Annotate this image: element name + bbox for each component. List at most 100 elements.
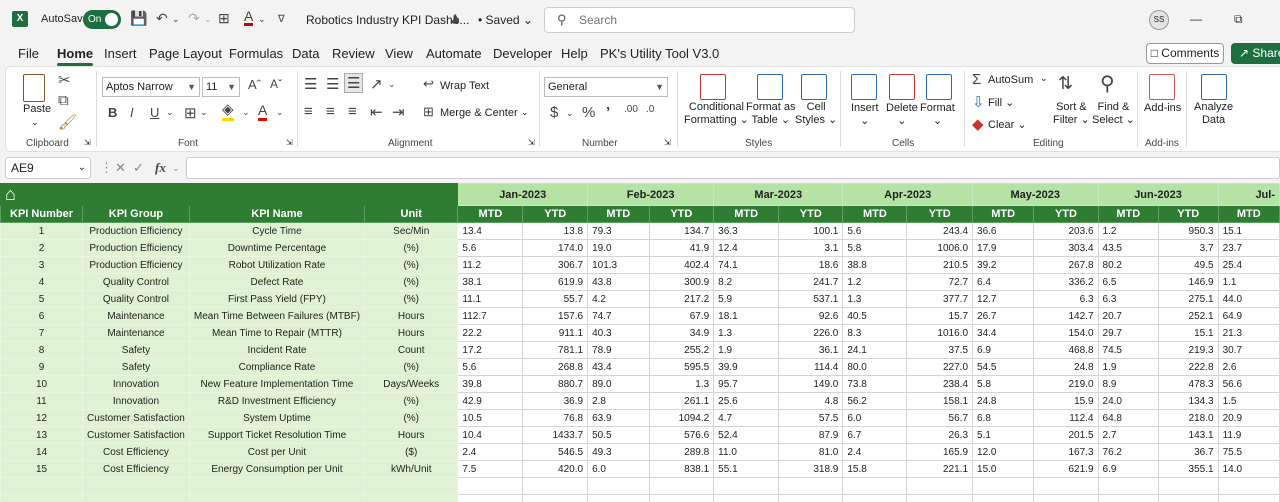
font-name-select[interactable]: Aptos Narrow ▼ xyxy=(102,77,200,97)
kpi-number-cell[interactable]: 4 xyxy=(0,273,84,291)
ytd-value-cell[interactable]: 838.1 xyxy=(648,460,715,478)
font-color-dropdown-icon[interactable]: ⌄ xyxy=(258,14,266,25)
kpi-name-cell[interactable]: System Uptime xyxy=(188,409,366,427)
mtd-value-cell[interactable]: 11.0 xyxy=(713,443,780,461)
mtd-value-cell[interactable]: 76.2 xyxy=(1097,443,1159,461)
empty-cell[interactable] xyxy=(713,494,780,502)
mtd-value-cell[interactable]: 1.3 xyxy=(842,290,908,308)
currency-dropdown-icon[interactable]: ⌄ xyxy=(566,108,574,119)
mtd-value-cell[interactable]: 38.1 xyxy=(457,273,524,291)
ytd-value-cell[interactable]: 15.9 xyxy=(1033,392,1099,410)
mtd-value-cell[interactable]: 1.2 xyxy=(1097,222,1159,240)
empty-cell[interactable] xyxy=(778,494,844,502)
mtd-value-cell[interactable]: 2.4 xyxy=(842,443,908,461)
ytd-value-cell[interactable]: 222.8 xyxy=(1157,358,1219,376)
ytd-value-cell[interactable]: 261.1 xyxy=(648,392,715,410)
tab-home[interactable]: Home xyxy=(57,46,94,66)
mtd-value-cell[interactable]: 11.2 xyxy=(457,256,524,274)
kpi-group-cell[interactable]: Innovation xyxy=(82,392,190,410)
mtd-value-cell[interactable]: 15.0 xyxy=(972,460,1035,478)
kpi-group-cell[interactable]: Production Efficiency xyxy=(82,256,190,274)
mtd-value-cell[interactable]: 12.0 xyxy=(972,443,1035,461)
kpi-name-cell[interactable]: Mean Time to Repair (MTTR) xyxy=(188,324,366,342)
mtd-value-cell[interactable]: 34.4 xyxy=(972,324,1035,342)
mtd-value-cell[interactable]: 39.2 xyxy=(972,256,1035,274)
mtd-value-cell[interactable]: 6.4 xyxy=(972,273,1035,291)
mtd-value-cell[interactable]: 95.7 xyxy=(713,375,780,393)
kpi-group-cell[interactable]: Production Efficiency xyxy=(82,239,190,257)
mtd-value-cell[interactable]: 43.4 xyxy=(587,358,650,376)
mtd-value-cell[interactable]: 74.5 xyxy=(1097,341,1159,359)
unit-cell[interactable]: Days/Weeks xyxy=(364,375,459,393)
sort-filter-button[interactable]: Sort & Filter ⌄ xyxy=(1053,101,1090,127)
cancel-icon[interactable]: ✕ xyxy=(115,160,126,176)
tab-help[interactable]: Help xyxy=(561,46,588,61)
ytd-value-cell[interactable]: 377.7 xyxy=(906,290,974,308)
search-box[interactable]: ⚲ xyxy=(544,7,855,33)
mtd-header[interactable]: MTD xyxy=(1097,205,1159,223)
kpi-name-cell[interactable]: Support Ticket Resolution Time xyxy=(188,426,366,444)
mtd-value-cell[interactable]: 64.8 xyxy=(1097,409,1159,427)
ytd-value-cell[interactable]: 911.1 xyxy=(522,324,589,342)
kpi-name-cell[interactable]: R&D Investment Efficiency xyxy=(188,392,366,410)
kpi-number-cell[interactable]: 15 xyxy=(0,460,84,478)
tab-developer[interactable]: Developer xyxy=(493,46,552,61)
addins-button[interactable]: Add-ins xyxy=(1144,102,1181,114)
copy-icon[interactable]: ⧉ xyxy=(58,92,69,109)
ytd-value-cell[interactable]: 41.9 xyxy=(648,239,715,257)
mtd-value-cell[interactable]: 39.9 xyxy=(713,358,780,376)
unit-cell[interactable]: Hours xyxy=(364,426,459,444)
minimize-icon[interactable]: — xyxy=(1190,12,1202,26)
ytd-value-cell[interactable]: 36.1 xyxy=(778,341,844,359)
mtd-value-cell[interactable]: 38.8 xyxy=(842,256,908,274)
comma-style-icon[interactable]: ’ xyxy=(606,104,610,121)
empty-cell[interactable] xyxy=(1033,494,1099,502)
mtd-value-cell[interactable]: 39.8 xyxy=(457,375,524,393)
unit-cell[interactable]: Count xyxy=(364,341,459,359)
kpi-name-cell[interactable]: New Feature Implementation Time xyxy=(188,375,366,393)
ytd-value-cell[interactable]: 210.5 xyxy=(906,256,974,274)
ytd-value-cell[interactable]: 165.9 xyxy=(906,443,974,461)
ytd-value-cell[interactable]: 76.8 xyxy=(522,409,589,427)
redo-icon[interactable]: ↷ xyxy=(188,10,200,27)
mtd-value-cell[interactable]: 64.9 xyxy=(1217,307,1280,325)
mtd-value-cell[interactable]: 101.3 xyxy=(587,256,650,274)
empty-cell[interactable] xyxy=(457,477,524,495)
kpi-name-cell[interactable]: Compliance Rate xyxy=(188,358,366,376)
cell-styles-icon[interactable] xyxy=(801,74,827,100)
mtd-value-cell[interactable]: 6.8 xyxy=(972,409,1035,427)
restore-icon[interactable]: ⧉ xyxy=(1234,12,1243,27)
ytd-header[interactable]: YTD xyxy=(778,205,844,223)
empty-cell[interactable] xyxy=(188,494,366,502)
cut-icon[interactable]: ✂ xyxy=(58,71,71,89)
mtd-value-cell[interactable]: 6.3 xyxy=(1097,290,1159,308)
ytd-value-cell[interactable]: 67.9 xyxy=(648,307,715,325)
column-header[interactable]: KPI Group xyxy=(82,205,190,223)
ytd-value-cell[interactable]: 226.0 xyxy=(778,324,844,342)
avatar[interactable]: SS xyxy=(1149,10,1169,30)
undo-icon[interactable]: ↶ xyxy=(156,10,168,27)
ytd-value-cell[interactable]: 402.4 xyxy=(648,256,715,274)
fill-icon[interactable]: ⇩ xyxy=(972,93,985,111)
paste-dropdown-icon[interactable]: ⌄ xyxy=(31,117,39,128)
ytd-value-cell[interactable]: 3.7 xyxy=(1157,239,1219,257)
ytd-value-cell[interactable]: 37.5 xyxy=(906,341,974,359)
mtd-value-cell[interactable]: 43.8 xyxy=(587,273,650,291)
format-cells-icon[interactable] xyxy=(926,74,952,100)
ytd-value-cell[interactable]: 217.2 xyxy=(648,290,715,308)
mtd-value-cell[interactable]: 19.0 xyxy=(587,239,650,257)
autosum-dropdown-icon[interactable]: ⌄ xyxy=(1040,73,1048,84)
column-header[interactable]: KPI Number xyxy=(0,205,84,223)
empty-cell[interactable] xyxy=(1157,494,1219,502)
formula-options-icon[interactable]: ⋮ xyxy=(100,160,113,176)
ytd-header[interactable]: YTD xyxy=(906,205,974,223)
ytd-value-cell[interactable]: 306.7 xyxy=(522,256,589,274)
empty-cell[interactable] xyxy=(972,477,1035,495)
ytd-value-cell[interactable]: 87.9 xyxy=(778,426,844,444)
mtd-value-cell[interactable]: 5.6 xyxy=(457,358,524,376)
mtd-header[interactable]: MTD xyxy=(842,205,908,223)
fx-dropdown-icon[interactable]: ⌄ xyxy=(172,163,180,174)
mtd-value-cell[interactable]: 63.9 xyxy=(587,409,650,427)
mtd-value-cell[interactable]: 6.0 xyxy=(587,460,650,478)
mtd-value-cell[interactable]: 43.5 xyxy=(1097,239,1159,257)
